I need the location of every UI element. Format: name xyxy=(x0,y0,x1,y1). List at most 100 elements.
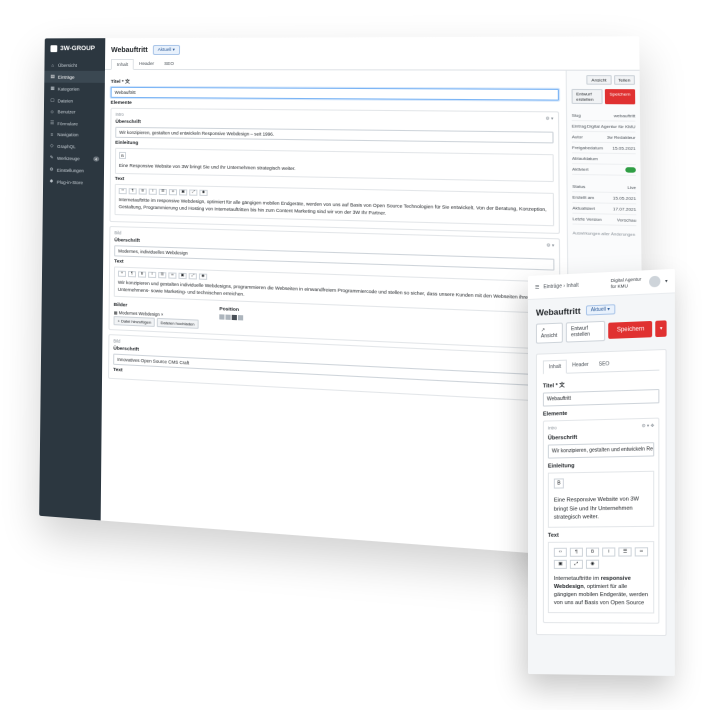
paragraph-icon[interactable]: ¶ xyxy=(127,270,137,278)
meta-row: Letzte Version Vorschau xyxy=(572,213,637,227)
image-icon[interactable]: ▣ xyxy=(178,272,187,279)
draft-button[interactable]: Entwurf erstellen xyxy=(565,321,606,344)
einleitung-editor[interactable]: B Eine Responsive Website von 3W bringt … xyxy=(547,471,655,528)
enabled-toggle[interactable] xyxy=(625,167,636,173)
meta-value[interactable]: Live xyxy=(627,185,636,191)
block-settings-icon[interactable]: ⚙ ▾ xyxy=(546,242,554,248)
matrix-block-intro: Intro ⚙ ▾ Überschrift Wir konzipieren, ge… xyxy=(109,107,560,234)
tab-inhalt[interactable]: Inhalt xyxy=(542,360,568,375)
position-left[interactable] xyxy=(219,314,225,321)
link-icon[interactable]: ∞ xyxy=(168,188,178,196)
link-icon[interactable]: ∞ xyxy=(634,547,649,557)
position-right[interactable] xyxy=(231,315,237,321)
fullscreen-icon[interactable]: ⤢ xyxy=(189,189,198,196)
language-select[interactable]: Aktuell ▾ xyxy=(585,304,615,317)
sidebar-item-eintr-ge[interactable]: ▤ Einträge xyxy=(44,70,105,83)
block-settings-icon[interactable]: ⚙ ▾ xyxy=(545,116,553,121)
breadcrumb[interactable]: Einträge › Inhalt xyxy=(543,282,578,290)
brand-logo-icon xyxy=(50,45,58,53)
meta-value[interactable]: webauftritt xyxy=(614,113,636,119)
code-icon[interactable]: ‹› xyxy=(117,270,127,277)
meta-value[interactable]: 3w Redakteur xyxy=(607,134,636,140)
view-button[interactable]: Ansicht xyxy=(586,75,612,85)
italic-icon[interactable]: I xyxy=(148,188,157,195)
tab-seo[interactable]: SEO xyxy=(159,59,179,69)
sidebar-item-graphql[interactable]: ◇ GraphQL xyxy=(43,140,104,153)
image-icon[interactable]: ▣ xyxy=(179,189,188,196)
fullscreen-icon[interactable]: ⤢ xyxy=(569,559,583,569)
list-icon[interactable]: ☰ xyxy=(618,547,632,557)
title-input[interactable]: Webauftritt xyxy=(542,389,660,408)
menu-icon[interactable]: ☰ xyxy=(535,284,539,290)
matrix-block-intro: Intro ⚙ ▾ ✥ Überschrift Wir konzipieren, … xyxy=(542,418,660,624)
sidebar-item-formulare[interactable]: ☰ Formulare xyxy=(44,117,105,130)
brand[interactable]: 3W-GROUP xyxy=(45,42,106,60)
tab-inhalt[interactable]: Inhalt xyxy=(110,59,135,70)
chevron-down-icon[interactable]: ▾ xyxy=(665,278,668,284)
einleitung-editor[interactable]: B Eine Responsive Website von 3W bringt … xyxy=(114,147,554,182)
embed-icon[interactable]: ◉ xyxy=(199,189,208,196)
language-select[interactable]: Aktuell ▾ xyxy=(152,44,180,56)
tab-header[interactable]: Header xyxy=(134,59,159,69)
save-options-button[interactable]: ▾ xyxy=(655,320,667,338)
view-button[interactable]: ↗ Ansicht xyxy=(535,323,563,345)
mobile-window: ☰ Einträge › Inhalt Digital Agentur für … xyxy=(528,268,675,676)
tab-header[interactable]: Header xyxy=(567,359,594,373)
sidebar: 3W-GROUP ⌂ Übersicht ▤ Einträge ▦ Kategorien ▢… xyxy=(39,38,106,521)
sidebar-item-navigation[interactable]: ≡ Navigation xyxy=(44,129,105,141)
block-settings-icon[interactable]: ⚙ ▾ ✥ xyxy=(642,423,655,429)
sidebar-item-dateien[interactable]: ▢ Dateien xyxy=(44,94,105,106)
code-icon[interactable]: ‹› xyxy=(553,547,567,557)
sidebar-item-plug-in-store[interactable]: ✱ Plug-in-Store xyxy=(43,175,104,188)
position-picker[interactable] xyxy=(219,314,244,322)
sidebar-item-benutzer[interactable]: ☺ Benutzer xyxy=(44,106,105,117)
bold-icon[interactable]: B xyxy=(137,271,147,278)
meta-key: Ablaufdatum xyxy=(571,155,598,162)
position-full[interactable] xyxy=(237,315,244,321)
meta-row: Eintrag Digital Agentur für KMU xyxy=(571,121,636,133)
italic-icon[interactable]: I xyxy=(602,547,616,557)
title-input[interactable]: Webauftritt xyxy=(110,86,560,101)
meta-key: Letzte Version xyxy=(572,215,602,223)
text-editor[interactable]: ‹› ¶ B I ☰ ∞ ▣ ⤢ ◉ Internetauftritte im … xyxy=(114,183,555,226)
save-button[interactable]: Speichern xyxy=(608,321,653,340)
italic-icon[interactable]: I xyxy=(148,271,157,278)
ueberschrift-input[interactable]: Wir konzipieren, gestalten und entwickel… xyxy=(547,442,655,460)
sidebar-item--bersicht[interactable]: ⌂ Übersicht xyxy=(44,60,105,71)
sidebar-item-kategorien[interactable]: ▦ Kategorien xyxy=(44,83,105,95)
share-button[interactable]: Teilen xyxy=(613,75,636,85)
bold-button[interactable]: B xyxy=(553,478,564,490)
position-center[interactable] xyxy=(225,315,231,321)
save-button[interactable]: Speichern xyxy=(604,89,636,105)
bold-button[interactable]: B xyxy=(119,151,127,160)
meta-value[interactable]: Digital Agentur für KMU xyxy=(587,123,636,129)
add-file-button[interactable]: + Datei hinzufügen xyxy=(113,316,156,328)
bold-icon[interactable]: B xyxy=(585,547,600,557)
meta-key: Eintrag xyxy=(571,123,587,129)
meta-value[interactable]: 15.05.2021 xyxy=(613,195,636,201)
embed-icon[interactable]: ◉ xyxy=(198,273,208,280)
list-icon[interactable]: ☰ xyxy=(158,188,167,195)
meta-value[interactable]: Vorschau xyxy=(617,217,637,223)
paragraph-icon[interactable]: ¶ xyxy=(569,547,583,557)
meta-value[interactable]: 15.05.2021 xyxy=(612,145,635,151)
bold-icon[interactable]: B xyxy=(138,188,147,195)
sidebar-item-werkzeuge[interactable]: ✎ Werkzeuge 4 xyxy=(43,152,104,165)
sidebar-item-label: Werkzeuge xyxy=(56,155,80,161)
text-editor[interactable]: ‹› ¶ B I ☰ ∞ ▣ ⤢ ◉ Internetauftritte im … xyxy=(547,540,655,614)
embed-icon[interactable]: ◉ xyxy=(585,559,600,569)
avatar[interactable] xyxy=(649,275,661,288)
paragraph-icon[interactable]: ¶ xyxy=(128,188,137,195)
tab-seo[interactable]: SEO xyxy=(594,358,615,372)
page-title: Webauftritt xyxy=(111,46,148,54)
list-icon[interactable]: ☰ xyxy=(158,271,167,279)
link-icon[interactable]: ∞ xyxy=(168,272,177,279)
block-type: Bild xyxy=(113,338,121,345)
draft-button[interactable]: Entwurf erstellen xyxy=(571,88,603,105)
image-icon[interactable]: ▣ xyxy=(553,559,567,569)
upload-file-button[interactable]: Dateien hochladen xyxy=(156,318,199,330)
file-icon: ▢ xyxy=(50,97,55,103)
fullscreen-icon[interactable]: ⤢ xyxy=(188,272,197,280)
code-icon[interactable]: ‹› xyxy=(118,187,127,195)
meta-value[interactable]: 17.07.2021 xyxy=(613,206,636,212)
